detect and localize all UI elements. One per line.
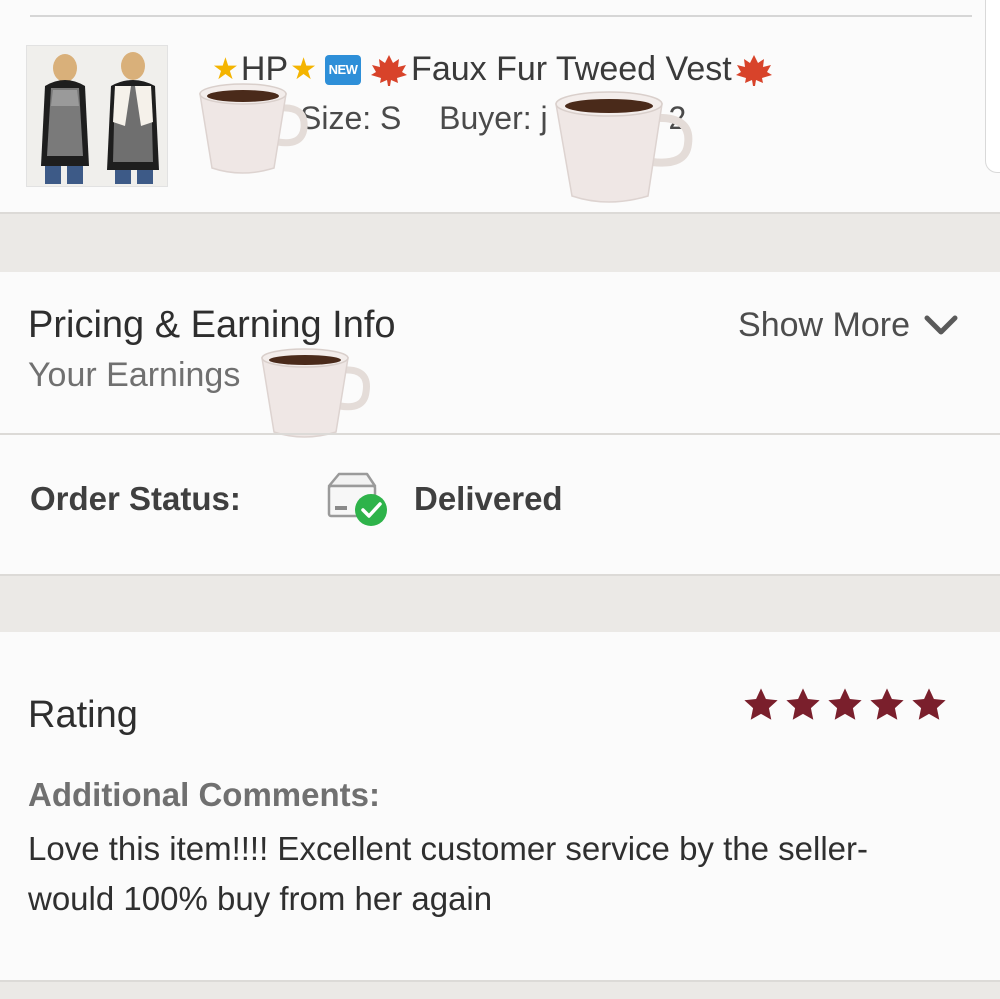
rating-stars <box>742 686 948 724</box>
order-status-label: Order Status: <box>30 480 241 517</box>
vest-photo-icon <box>27 46 167 186</box>
order-status-value: Delivered <box>414 480 563 517</box>
chevron-down-icon <box>924 315 958 334</box>
comments-text: Love this item!!!! Excellent customer se… <box>28 830 868 917</box>
coffee-mug-sticker-icon <box>261 348 370 438</box>
star-icon <box>912 688 946 720</box>
rating-label: Rating <box>28 694 138 736</box>
section-gap <box>0 982 1000 999</box>
section-gap <box>0 576 1000 632</box>
top-divider <box>30 15 972 17</box>
earnings-label: Your Earnings <box>28 356 241 394</box>
item-title-name: Faux Fur Tweed Vest <box>411 50 732 88</box>
comments-label: Additional Comments: <box>28 776 380 813</box>
maple-leaf-icon <box>735 54 772 86</box>
pricing-title: Pricing & Earning Info <box>28 304 396 346</box>
delivered-box-icon <box>327 472 387 526</box>
maple-leaf-icon <box>371 54 408 86</box>
coffee-mug-sticker-icon <box>555 91 693 203</box>
star-icon <box>744 688 778 720</box>
new-badge: NEW <box>325 54 362 85</box>
show-more-label: Show More <box>738 306 910 344</box>
scroll-container-edge <box>985 0 1000 173</box>
coffee-mug-sticker-icon <box>199 83 308 174</box>
item-buyer: Buyer: j <box>439 100 548 136</box>
star-icon <box>828 688 862 720</box>
star-icon <box>786 688 820 720</box>
product-thumbnail[interactable] <box>26 45 168 187</box>
show-more-button[interactable]: Show More <box>738 306 958 345</box>
section-divider <box>0 433 1000 435</box>
star-icon <box>870 688 904 720</box>
section-gap <box>0 214 1000 272</box>
item-size: Size: S <box>300 100 402 136</box>
